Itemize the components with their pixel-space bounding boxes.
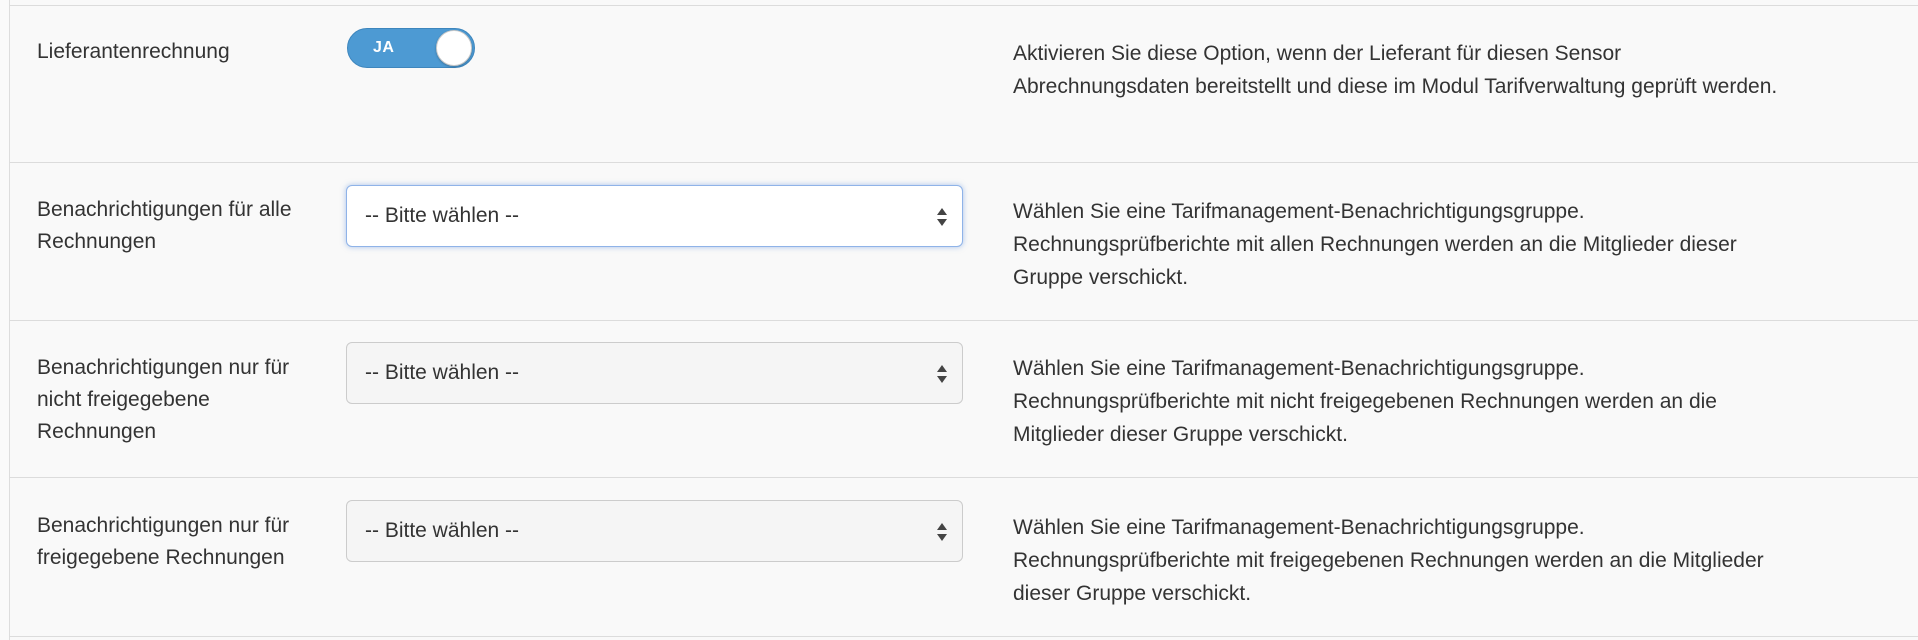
label-supplier-invoice: Lieferantenrechnung xyxy=(37,40,230,63)
help-notify-approved: Wählen Sie eine Tarifmanagement-Benachri… xyxy=(1013,516,1764,605)
select-arrows-icon xyxy=(937,365,947,383)
help-notify-unapproved: Wählen Sie eine Tarifmanagement-Benachri… xyxy=(1013,357,1717,446)
notify-unapproved-select[interactable]: -- Bitte wählen -- xyxy=(346,342,963,404)
help-supplier-invoice: Aktivieren Sie diese Option, wenn der Li… xyxy=(1013,42,1778,98)
toggle-knob[interactable] xyxy=(436,30,472,66)
notify-all-select[interactable]: -- Bitte wählen -- xyxy=(346,185,963,247)
toggle-label: JA xyxy=(373,39,395,56)
notify-approved-select[interactable]: -- Bitte wählen -- xyxy=(346,500,963,562)
help-notify-all: Wählen Sie eine Tarifmanagement-Benachri… xyxy=(1013,200,1737,289)
notify-unapproved-select-value: -- Bitte wählen -- xyxy=(365,361,520,384)
label-notify-all: Benachrichtigungen für alle Rechnungen xyxy=(37,198,292,253)
supplier-invoice-toggle[interactable]: JA xyxy=(347,28,475,68)
label-notify-unapproved: Benachrichtigungen nur für nicht freigeg… xyxy=(37,356,290,443)
label-notify-approved: Benachrichtigungen nur für freigegebene … xyxy=(37,514,290,569)
select-arrows-icon xyxy=(937,523,947,541)
notify-approved-select-value: -- Bitte wählen -- xyxy=(365,519,520,542)
select-arrows-icon xyxy=(937,208,947,226)
notify-all-select-value: -- Bitte wählen -- xyxy=(365,204,520,227)
